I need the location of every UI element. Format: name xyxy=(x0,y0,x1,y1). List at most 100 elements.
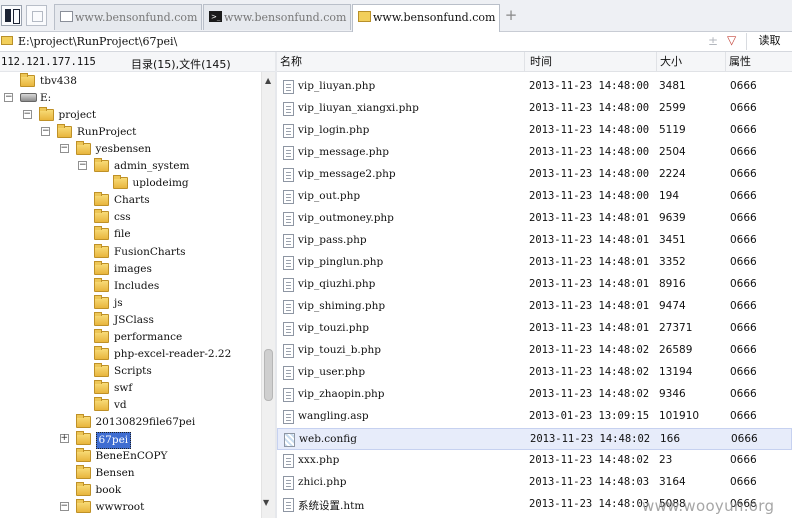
column-time[interactable]: 时间 xyxy=(527,52,657,72)
tree-node[interactable]: − yesbensen xyxy=(0,141,261,158)
watermark: www.wooyun.org xyxy=(642,497,775,515)
tree-node[interactable]: performance xyxy=(0,328,261,346)
tree-node[interactable]: − RunProject xyxy=(0,124,261,141)
file-row[interactable]: vip_pinglun.php 2013-11-23 14:48:01 3352 06… xyxy=(277,252,792,274)
file-size: 194 xyxy=(659,190,680,202)
option-toggle[interactable]: ± xyxy=(708,34,718,48)
file-row[interactable]: vip_out.php 2013-11-23 14:48:00 194 0666 xyxy=(277,186,792,208)
file-size: 27371 xyxy=(659,322,693,334)
tree-node[interactable]: − wwwroot xyxy=(0,499,261,516)
tree-node[interactable]: uplodeimg xyxy=(0,175,261,192)
folder-icon xyxy=(75,499,91,514)
file-row[interactable]: vip_pass.php 2013-11-23 14:48:01 3451 0666 xyxy=(277,230,792,252)
tree-node[interactable]: JSClass xyxy=(0,311,261,329)
collapse-icon[interactable]: − xyxy=(4,93,13,103)
tab-3-label: www.bensonfund.com xyxy=(373,11,496,24)
collapse-icon[interactable]: − xyxy=(22,110,32,120)
tree-node-label: tbv438 xyxy=(40,75,77,87)
file-attr: 0666 xyxy=(730,278,757,290)
tree-node-label: Bensen xyxy=(95,467,135,480)
tree-node-label: project xyxy=(58,109,97,122)
file-row[interactable]: vip_shiming.php 2013-11-23 14:48:01 9474 06… xyxy=(277,296,792,318)
tree-node[interactable]: Charts xyxy=(0,192,261,209)
tree-node[interactable]: book xyxy=(0,482,261,499)
scroll-down-icon[interactable]: ▼ xyxy=(263,498,269,507)
file-row[interactable]: vip_message2.php 2013-11-23 14:48:00 2224 0… xyxy=(277,164,792,186)
file-row[interactable]: vip_login.php 2013-11-23 14:48:00 5119 0666 xyxy=(277,120,792,142)
history-dropdown-icon[interactable]: ▽ xyxy=(727,33,736,47)
scroll-thumb[interactable] xyxy=(264,349,273,401)
tree-node[interactable]: css xyxy=(0,209,261,226)
collapse-icon[interactable]: − xyxy=(59,144,69,154)
tree-node[interactable]: Bensen xyxy=(0,465,261,482)
file-row[interactable]: vip_liuyan_xiangxi.php 2013-11-23 14:48:0… xyxy=(277,98,792,120)
file-row[interactable]: web.config 2013-11-23 14:48:02 166 0666 xyxy=(277,428,792,450)
collapse-icon[interactable]: − xyxy=(78,161,87,171)
new-tab-button[interactable]: + xyxy=(503,6,519,24)
column-attr[interactable]: 属性 xyxy=(726,52,792,72)
file-icon xyxy=(283,234,294,248)
tab-3[interactable]: www.bensonfund.com xyxy=(352,4,500,32)
file-row[interactable]: vip_qiuzhi.php 2013-11-23 14:48:01 8916 066… xyxy=(277,274,792,296)
tab-2[interactable]: www.bensonfund.com xyxy=(203,4,351,30)
tree-node[interactable]: tbv438 xyxy=(0,73,261,90)
tree-node[interactable]: swf xyxy=(0,379,261,397)
tree-scrollbar[interactable]: ▲ xyxy=(261,72,275,518)
file-icon xyxy=(283,300,294,314)
tree-node[interactable]: file xyxy=(0,226,261,243)
file-icon xyxy=(283,256,294,270)
read-button[interactable]: 读取 xyxy=(746,33,792,50)
file-name: vip_out.php xyxy=(298,190,361,202)
file-list: vip_liuyan.php 2013-11-23 14:48:00 3481 066… xyxy=(277,72,792,518)
file-time: 2013-11-23 14:48:02 xyxy=(530,433,651,445)
file-row[interactable]: vip_message.php 2013-11-23 14:48:00 2504 06… xyxy=(277,142,792,164)
scroll-up-icon[interactable]: ▲ xyxy=(265,76,271,85)
file-time: 2013-11-23 14:48:02 xyxy=(529,344,650,356)
file-row[interactable]: vip_liuyan.php 2013-11-23 14:48:00 3481 066… xyxy=(277,76,792,98)
file-row[interactable]: vip_user.php 2013-11-23 14:48:02 13194 0666 xyxy=(277,362,792,384)
file-icon xyxy=(283,410,294,424)
tree-node-label: php-excel-reader-2.22 xyxy=(114,347,232,360)
file-icon xyxy=(283,322,294,336)
tree-node[interactable]: − admin_system xyxy=(0,158,261,175)
column-size[interactable]: 大小 xyxy=(657,52,726,72)
file-row[interactable]: xxx.php 2013-11-23 14:48:02 23 0666 xyxy=(277,450,792,472)
panel-layout-icon[interactable] xyxy=(1,5,22,26)
collapse-icon[interactable]: − xyxy=(59,502,69,512)
folder-icon xyxy=(94,209,109,224)
blank-tab-icon[interactable] xyxy=(26,5,47,26)
file-row[interactable]: vip_touzi_b.php 2013-11-23 14:48:02 26589 0… xyxy=(277,340,792,362)
file-row[interactable]: vip_outmoney.php 2013-11-23 14:48:01 9639 0… xyxy=(277,208,792,230)
file-row[interactable]: wangling.asp 2013-01-23 13:09:15 101910 066… xyxy=(277,406,792,428)
file-size: 166 xyxy=(660,433,681,445)
file-attr: 0666 xyxy=(730,212,757,224)
tree-node[interactable]: 20130829file67pei xyxy=(0,414,261,431)
file-name: vip_zhaopin.php xyxy=(298,388,385,400)
file-row[interactable]: zhici.php 2013-11-23 14:48:03 3164 0666 xyxy=(277,472,792,494)
tree-node[interactable]: js xyxy=(0,294,261,312)
file-name: vip_qiuzhi.php xyxy=(298,278,376,290)
tree-node[interactable]: FusionCharts xyxy=(0,243,261,261)
expand-icon[interactable]: + xyxy=(59,434,69,444)
file-row[interactable]: vip_touzi.php 2013-11-23 14:48:01 27371 066… xyxy=(277,318,792,340)
tree-node[interactable]: php-excel-reader-2.22 xyxy=(0,345,261,363)
tree-node-label: FusionCharts xyxy=(114,245,186,258)
file-time: 2013-11-23 14:48:00 xyxy=(529,124,650,136)
tree-node-label: performance xyxy=(114,330,183,343)
file-name: vip_touzi.php xyxy=(298,322,369,334)
tree-node[interactable]: images xyxy=(0,260,261,278)
tree-node[interactable]: − E: xyxy=(0,90,261,107)
file-time: 2013-11-23 14:48:00 xyxy=(529,80,650,92)
tree-node[interactable]: vd xyxy=(0,396,261,414)
file-row[interactable]: vip_zhaopin.php 2013-11-23 14:48:02 9346 06… xyxy=(277,384,792,406)
tree-node[interactable]: Includes xyxy=(0,277,261,295)
tree-node[interactable]: Scripts xyxy=(0,362,261,380)
tab-1[interactable]: www.bensonfund.com xyxy=(54,4,202,30)
terminal-icon xyxy=(209,5,222,30)
path-input[interactable]: E:\project\RunProject\67pei\ xyxy=(18,35,177,48)
tree-node[interactable]: BeneEnCOPY xyxy=(0,448,261,465)
tree-node[interactable]: − project xyxy=(0,107,261,124)
collapse-icon[interactable]: − xyxy=(41,127,50,137)
tree-node[interactable]: +67pei xyxy=(0,431,261,450)
column-name[interactable]: 名称 xyxy=(277,52,525,72)
